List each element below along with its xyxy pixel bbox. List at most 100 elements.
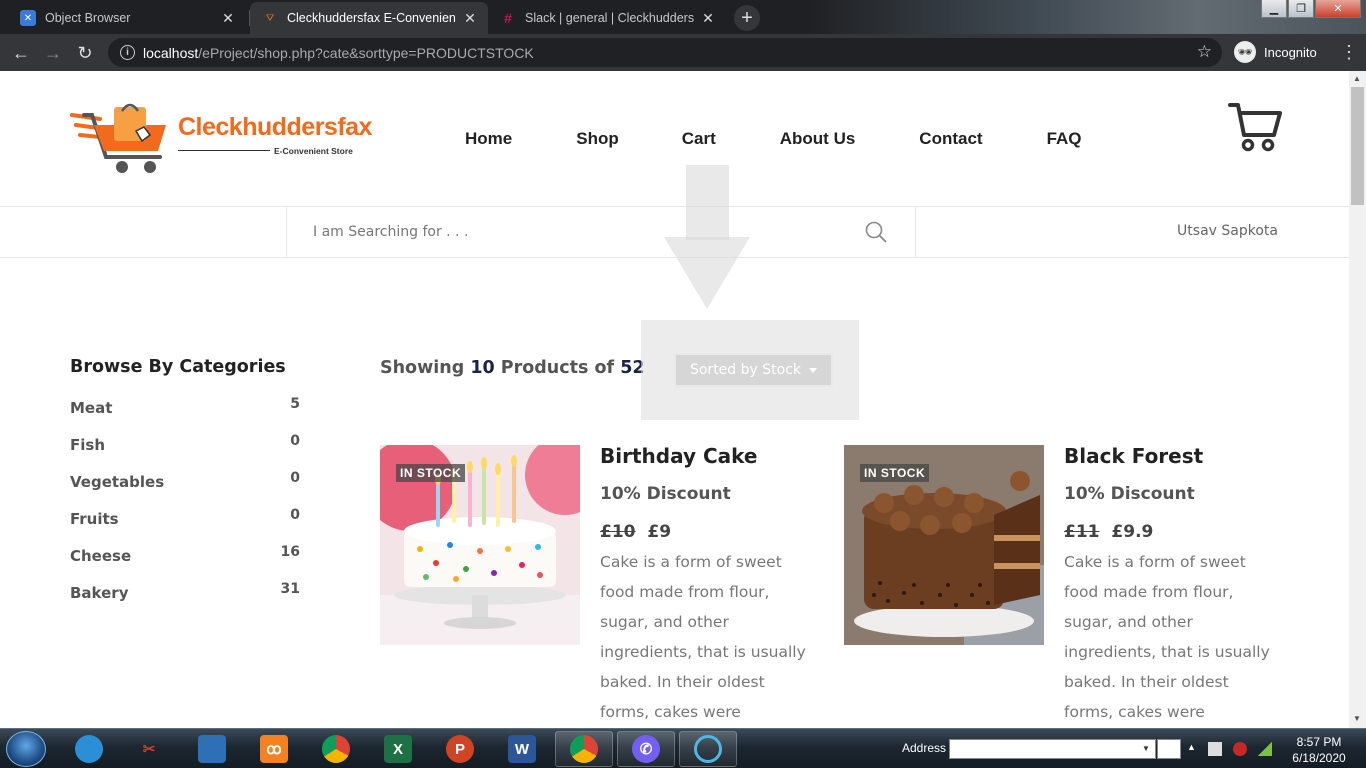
chevron-down-icon[interactable]: ▼ — [1139, 742, 1153, 756]
browser-toolbar: ← → ↻ i localhost/eProject/shop.php?cate… — [0, 34, 1366, 71]
volume-icon[interactable] — [1208, 742, 1222, 756]
nav-home[interactable]: Home — [465, 129, 512, 149]
shopping-cart-logo-icon — [70, 103, 166, 173]
start-button[interactable] — [6, 731, 46, 767]
taskbar-virtualbox[interactable] — [183, 731, 241, 767]
nav-cart[interactable]: Cart — [682, 129, 716, 149]
close-tab-icon[interactable]: ✕ — [700, 10, 716, 27]
nav-shop[interactable]: Shop — [576, 129, 619, 149]
tab-cleckhuddersfax[interactable]: ⛛ Cleckhuddersfax E-Convenient St ✕ — [250, 2, 488, 34]
url-host: localhost — [143, 44, 199, 61]
user-name-link[interactable]: Utsav Sapkota — [1177, 223, 1278, 239]
scrollbar-thumb[interactable] — [1351, 87, 1364, 205]
slack-favicon-icon: # — [504, 10, 512, 26]
security-alert-icon[interactable] — [1233, 742, 1247, 756]
web-page: Cleckhuddersfax E-Convenient Store Home … — [0, 71, 1349, 728]
search-icon[interactable] — [865, 221, 887, 243]
product-discount: 10% Discount — [600, 484, 731, 504]
powerpoint-icon: P — [446, 735, 474, 763]
category-label: Meat — [70, 399, 113, 417]
taskbar-xampp[interactable]: ꝏ — [245, 731, 303, 767]
category-count: 0 — [290, 470, 300, 486]
scissors-icon: ✂ — [142, 741, 156, 758]
incognito-label: Incognito — [1264, 44, 1317, 60]
new-tab-button[interactable]: + — [734, 5, 760, 31]
cart-icon[interactable] — [1228, 101, 1282, 153]
nav-contact[interactable]: Contact — [919, 129, 982, 149]
excel-icon: X — [384, 735, 412, 763]
restore-window-button[interactable]: ❐ — [1288, 0, 1314, 18]
product-image-black-forest[interactable]: IN STOCK — [844, 445, 1044, 645]
url-bar[interactable]: i localhost/eProject/shop.php?cate&sortt… — [108, 38, 1222, 67]
site-info-icon[interactable]: i — [120, 45, 135, 60]
logo-name: Cleckhuddersfax — [178, 113, 372, 141]
incognito-icon: 🕶 — [1234, 41, 1256, 63]
old-price: £11 — [1064, 522, 1100, 542]
minimize-window-button[interactable]: ▁ — [1261, 0, 1287, 18]
taskbar-word[interactable]: W — [493, 731, 551, 767]
annotation-arrow-shaft — [686, 165, 729, 240]
reload-icon[interactable]: ↻ — [72, 40, 98, 66]
category-item-meat[interactable]: Meat 5 — [70, 396, 300, 436]
category-count: 16 — [280, 544, 300, 560]
clock-date: 6/18/2020 — [1292, 751, 1346, 765]
category-count: 0 — [290, 433, 300, 449]
category-item-fish[interactable]: Fish 0 — [70, 433, 300, 473]
clock-time: 8:57 PM — [1296, 735, 1342, 749]
taskbar-address-input[interactable]: ▼ — [949, 739, 1181, 759]
back-icon[interactable]: ← — [8, 40, 34, 66]
chevron-down-icon — [809, 367, 817, 373]
search-input[interactable] — [313, 221, 853, 243]
close-tab-icon[interactable]: ✕ — [220, 10, 236, 27]
taskbar-viber[interactable]: ✆ — [617, 731, 675, 767]
nav-faq[interactable]: FAQ — [1047, 129, 1082, 149]
sort-dropdown[interactable]: Sorted by Stock — [674, 353, 833, 387]
close-tab-icon[interactable]: ✕ — [462, 10, 478, 27]
category-sidebar: Browse By Categories Meat 5 Fish 0 Veget… — [70, 357, 300, 621]
category-label: Bakery — [70, 584, 129, 602]
category-item-cheese[interactable]: Cheese 16 — [70, 544, 300, 584]
product-image-birthday-cake[interactable]: IN STOCK — [380, 445, 580, 645]
network-icon[interactable] — [1258, 742, 1272, 756]
tab-object-browser[interactable]: ✕ Object Browser ✕ — [8, 2, 246, 34]
product-title[interactable]: Birthday Cake — [600, 444, 757, 468]
forward-icon[interactable]: → — [40, 40, 66, 66]
tab-slack[interactable]: # Slack | general | Cleckhuddersfax ✕ — [488, 2, 726, 34]
word-icon: W — [508, 735, 536, 763]
product-title[interactable]: Black Forest — [1064, 444, 1203, 468]
incognito-indicator[interactable]: 🕶 Incognito — [1234, 39, 1317, 65]
taskbar-snipping-tool[interactable]: ✂ — [120, 731, 178, 767]
current-price: £9 — [647, 522, 672, 542]
category-item-bakery[interactable]: Bakery 31 — [70, 581, 300, 621]
page-scrollbar[interactable]: ▲ ▼ — [1349, 71, 1366, 728]
category-label: Vegetables — [70, 473, 165, 491]
bookmark-star-icon[interactable]: ☆ — [1197, 42, 1212, 62]
address-go-button[interactable] — [1157, 739, 1181, 759]
categories-heading: Browse By Categories — [70, 357, 286, 377]
scroll-down-icon[interactable]: ▼ — [1353, 714, 1361, 723]
taskbar-chrome[interactable] — [307, 731, 365, 767]
taskbar-chrome-active[interactable] — [555, 731, 613, 767]
taskbar-app[interactable] — [679, 731, 737, 767]
site-logo[interactable]: Cleckhuddersfax E-Convenient Store — [70, 101, 372, 181]
show-hidden-icons-icon[interactable]: ▲ — [1187, 742, 1196, 752]
tab-title: Slack | general | Cleckhuddersfax — [525, 11, 694, 25]
category-item-vegetables[interactable]: Vegetables 0 — [70, 470, 300, 510]
main-nav: Home Shop Cart About Us Contact FAQ — [465, 129, 1146, 149]
browser-menu-icon[interactable]: ⋮ — [1340, 40, 1358, 64]
taskbar-explorer[interactable] — [60, 731, 118, 767]
taskbar-excel[interactable]: X — [369, 731, 427, 767]
logo-underline — [178, 150, 270, 151]
nav-about-us[interactable]: About Us — [780, 129, 856, 149]
search-box — [286, 207, 916, 257]
taskbar-powerpoint[interactable]: P — [431, 731, 489, 767]
scroll-up-icon[interactable]: ▲ — [1353, 74, 1361, 83]
system-clock[interactable]: 8:57 PM 6/18/2020 — [1286, 734, 1352, 766]
category-item-fruits[interactable]: Fruits 0 — [70, 507, 300, 547]
tab-title: Object Browser — [45, 11, 131, 25]
url-path: /eProject/shop.php?cate&sorttype=PRODUCT… — [198, 44, 534, 61]
chrome-icon — [570, 735, 598, 763]
close-window-button[interactable]: ✕ — [1315, 0, 1361, 18]
category-label: Fruits — [70, 510, 119, 528]
browser-tab-bar: ✕ Object Browser ✕ ⛛ Cleckhuddersfax E-C… — [0, 0, 1366, 34]
